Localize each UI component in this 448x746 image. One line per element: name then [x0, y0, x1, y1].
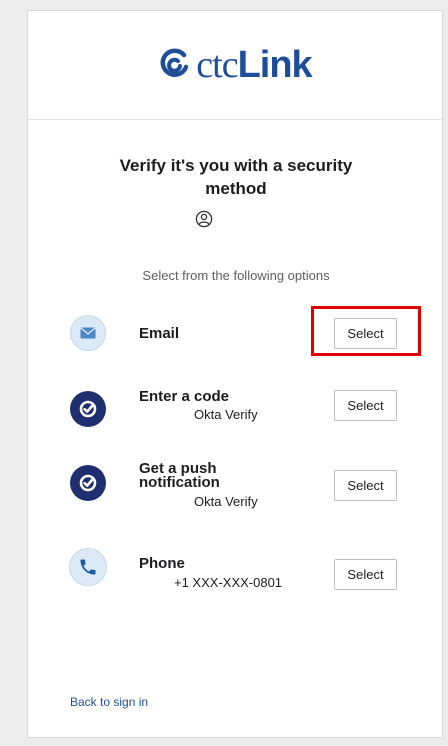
option-phone-number: +1 XXX-XXX-0801: [174, 575, 283, 590]
phone-icon: [69, 548, 107, 586]
okta-verify-icon: [70, 465, 106, 501]
ctclink-logo-mark-icon: [160, 48, 189, 77]
logo-text-ctc: ctc: [196, 44, 238, 86]
option-enter-code: Enter a code Okta Verify Select: [28, 387, 444, 431]
option-push-label-line2: notification: [139, 474, 220, 491]
email-select-highlight: [311, 306, 421, 356]
user-icon: [195, 210, 213, 228]
option-push-notification: Get a push notification Okta Verify Sele…: [28, 459, 444, 513]
option-phone: Phone +1 XXX-XXX-0801 Select: [28, 545, 444, 590]
option-email-label: Email: [139, 325, 180, 342]
auth-card: ctc Link Verify it's you with a security …: [27, 10, 443, 738]
option-phone-label: Phone: [139, 555, 185, 572]
select-push-button[interactable]: Select: [334, 470, 397, 501]
header: ctc Link: [28, 11, 442, 120]
select-enter-code-button[interactable]: Select: [334, 390, 397, 421]
envelope-icon: [70, 315, 106, 351]
okta-verify-icon: [70, 391, 106, 427]
logo-text-link: Link: [237, 43, 313, 86]
option-enter-code-label: Enter a code: [139, 388, 230, 405]
option-enter-code-detail: Okta Verify: [194, 407, 258, 422]
page-title: Verify it's you with a security method: [119, 156, 353, 198]
options-instruction: Select from the following options: [142, 268, 330, 283]
back-to-sign-in-link[interactable]: Back to sign in: [70, 695, 148, 709]
select-phone-button[interactable]: Select: [334, 559, 397, 590]
ctclink-logo: ctc Link: [158, 43, 313, 87]
option-push-detail: Okta Verify: [194, 494, 258, 509]
